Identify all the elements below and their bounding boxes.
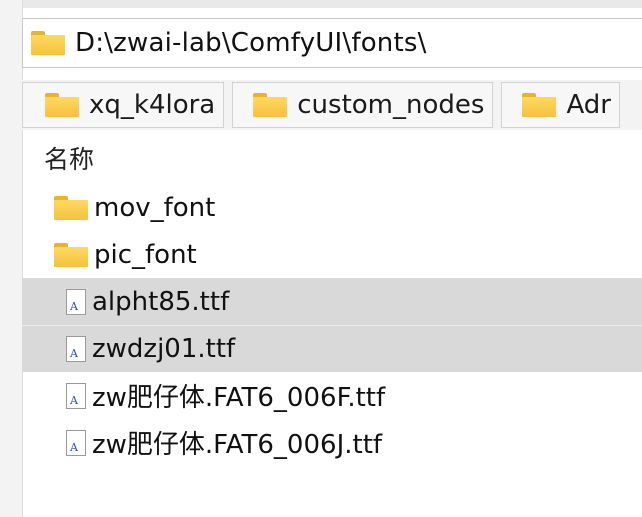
list-item-alpht85[interactable]: A alpht85.ttf <box>22 278 642 325</box>
list-item-pic-font[interactable]: pic_font <box>22 231 642 278</box>
font-file-icon: A <box>66 382 86 409</box>
folder-icon <box>54 195 88 220</box>
file-name: mov_font <box>94 192 216 223</box>
bookmark-adr[interactable]: Adr <box>501 82 620 128</box>
file-list: mov_font pic_font A alpht85.ttf A zwdzj0… <box>22 184 642 466</box>
file-explorer-window: D:\zwai-lab\ComfyUI\fonts\ xq_k4lora cus… <box>0 0 642 517</box>
bookmark-label: xq_k4lora <box>89 90 216 120</box>
navigation-pane-edge[interactable] <box>0 0 23 517</box>
file-name: alpht85.ttf <box>92 286 230 317</box>
list-item-zwdzj01[interactable]: A zwdzj01.ttf <box>22 325 642 372</box>
folder-icon <box>45 93 79 117</box>
file-name: zwdzj01.ttf <box>92 334 236 364</box>
bookmark-xq-k4lora[interactable]: xq_k4lora <box>22 82 225 128</box>
folder-icon <box>253 93 288 117</box>
file-name: pic_font <box>94 239 197 270</box>
address-path[interactable]: D:\zwai-lab\ComfyUI\fonts\ <box>75 28 427 58</box>
bookmarks-bar: xq_k4lora custom_nodes Adr <box>22 80 642 130</box>
folder-icon <box>522 93 557 117</box>
file-name: zw肥仔体.FAT6_006J.ttf <box>92 430 383 460</box>
file-name: zw肥仔体.FAT6_006F.ttf <box>92 383 386 413</box>
bookmark-custom-nodes[interactable]: custom_nodes <box>232 82 494 128</box>
window-top-strip <box>0 0 642 8</box>
address-bar[interactable]: D:\zwai-lab\ComfyUI\fonts\ <box>22 18 642 68</box>
list-item-fat6-006f[interactable]: A zw肥仔体.FAT6_006F.ttf <box>22 372 642 419</box>
list-item-mov-font[interactable]: mov_font <box>22 184 642 231</box>
bookmark-label: Adr <box>566 90 611 120</box>
bookmark-label: custom_nodes <box>297 90 485 120</box>
font-file-icon: A <box>66 288 86 315</box>
list-item-fat6-006j[interactable]: A zw肥仔体.FAT6_006J.ttf <box>22 419 642 466</box>
font-file-icon: A <box>66 336 86 362</box>
folder-icon <box>54 242 88 267</box>
column-header-name[interactable]: 名称 <box>44 140 94 176</box>
folder-icon <box>31 31 65 55</box>
font-file-icon: A <box>66 429 86 456</box>
